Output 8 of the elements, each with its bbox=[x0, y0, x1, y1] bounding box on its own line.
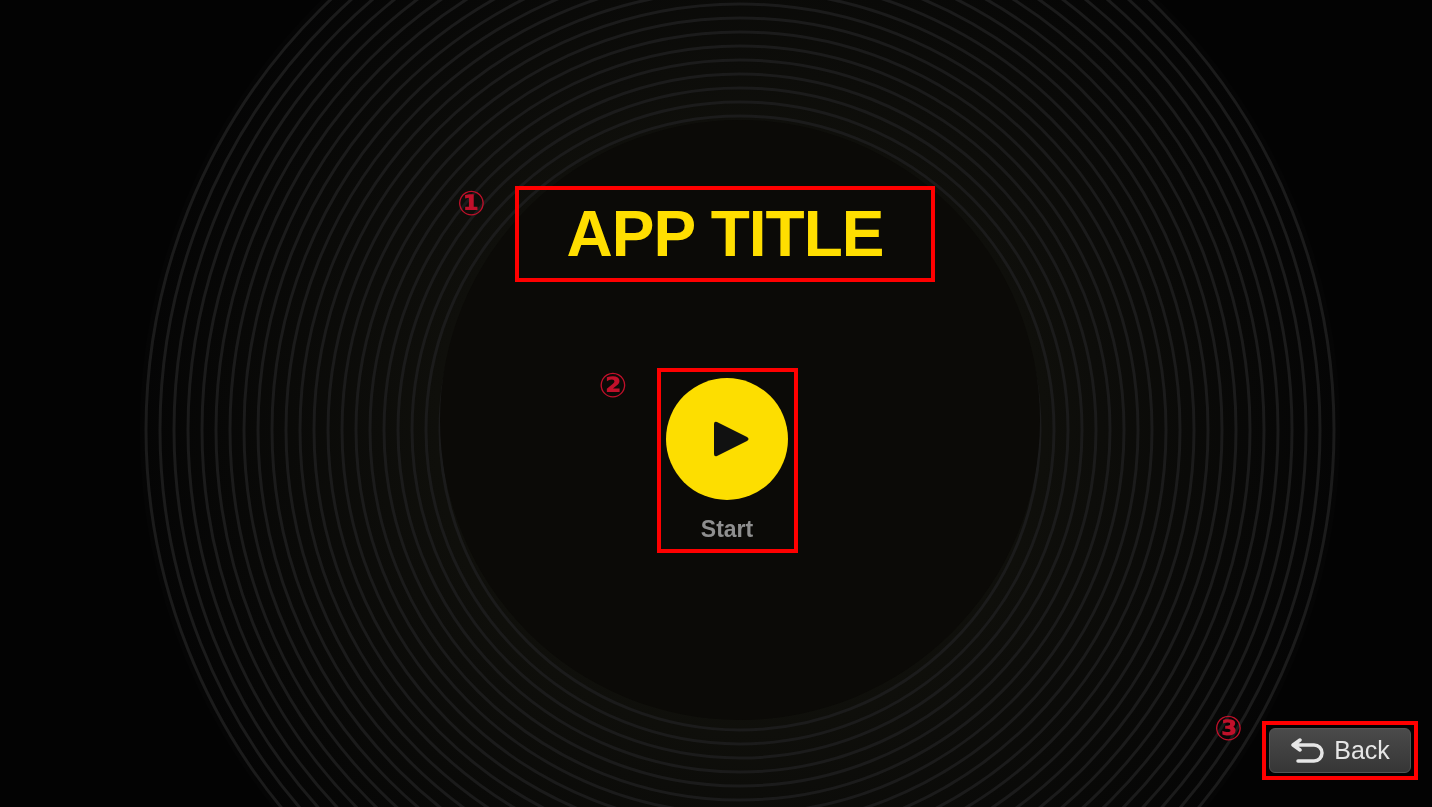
annotation-marker: ② bbox=[598, 368, 628, 402]
return-arrow-icon bbox=[1290, 737, 1327, 764]
play-icon bbox=[713, 419, 751, 459]
annotation-marker: ③ bbox=[1214, 711, 1243, 745]
back-button[interactable]: Back bbox=[1269, 728, 1411, 773]
start-label: Start bbox=[700, 516, 754, 543]
app-title: APP TITLE bbox=[566, 202, 884, 266]
annotation-marker: ① bbox=[457, 186, 486, 220]
